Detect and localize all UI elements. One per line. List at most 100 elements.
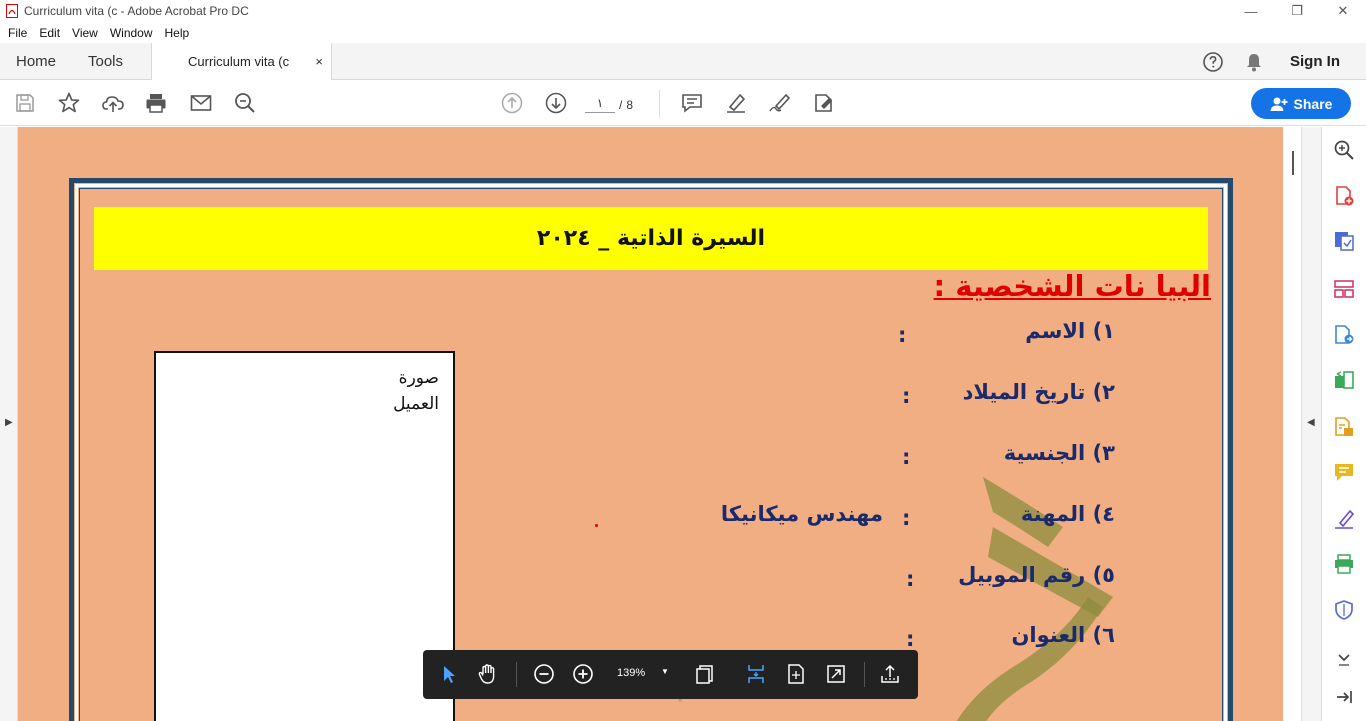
field-profession-value: مهندس ميكانيكا bbox=[720, 502, 883, 526]
collapse-right-icon[interactable]: ◀ bbox=[1307, 417, 1315, 428]
email-icon[interactable] bbox=[189, 91, 213, 115]
menu-edit[interactable]: Edit bbox=[33, 26, 66, 40]
floatbar-divider bbox=[516, 662, 517, 687]
zoom-dropdown-icon[interactable]: ▼ bbox=[661, 667, 669, 676]
share-label: Share bbox=[1293, 95, 1333, 112]
field-birthdate-colon: : bbox=[902, 384, 911, 408]
bookmark-star-icon[interactable] bbox=[57, 91, 81, 115]
expand-left-icon[interactable]: ▶ bbox=[5, 417, 13, 428]
previous-page-icon[interactable] bbox=[500, 91, 524, 115]
search-zoom-icon[interactable] bbox=[233, 91, 257, 115]
vertical-scrollbar[interactable] bbox=[1283, 127, 1301, 721]
full-screen-icon[interactable] bbox=[824, 662, 848, 686]
field-profession-colon: : bbox=[902, 506, 911, 530]
photo-label-line1: صورة bbox=[398, 368, 439, 388]
print-icon[interactable] bbox=[144, 91, 168, 115]
tab-bar: Home Tools Curriculum vita (c × Sign In bbox=[0, 43, 1366, 80]
organize-pages-icon[interactable] bbox=[1332, 277, 1356, 301]
window-controls: — ❐ ✕ bbox=[1228, 0, 1366, 22]
next-page-icon[interactable] bbox=[544, 91, 568, 115]
fill-sign-icon[interactable] bbox=[812, 91, 836, 115]
upload-cloud-icon[interactable] bbox=[101, 91, 125, 115]
search-tool-icon[interactable] bbox=[1332, 138, 1356, 162]
field-name-colon: : bbox=[898, 323, 907, 347]
close-tab-icon[interactable]: × bbox=[315, 54, 323, 69]
field-mobile-label: ٥) رقم الموبيل bbox=[958, 563, 1115, 587]
red-mark bbox=[595, 524, 598, 527]
toolbar-divider bbox=[659, 90, 660, 117]
field-mobile-colon: : bbox=[906, 567, 915, 591]
tab-document[interactable]: Curriculum vita (c × bbox=[151, 43, 332, 80]
field-birthdate-label: ٢) تاريخ الميلاد bbox=[962, 380, 1115, 404]
collapse-pane-icon[interactable] bbox=[1332, 685, 1356, 709]
scroll-mode-icon[interactable] bbox=[744, 662, 768, 686]
compare-files-icon[interactable] bbox=[1332, 368, 1356, 392]
title-bar: Curriculum vita (c - Adobe Acrobat Pro D… bbox=[0, 0, 1366, 22]
select-cursor-icon[interactable] bbox=[437, 662, 461, 686]
photo-label-line2: العميل bbox=[393, 394, 439, 414]
share-export-icon[interactable] bbox=[878, 662, 902, 686]
document-tab-label: Curriculum vita (c bbox=[188, 54, 290, 69]
help-icon[interactable] bbox=[1202, 51, 1224, 73]
menu-file[interactable]: File bbox=[2, 26, 33, 40]
menu-window[interactable]: Window bbox=[104, 26, 159, 40]
field-address-label: ٦) العنوان bbox=[1011, 623, 1115, 647]
current-page-input[interactable]: ١ bbox=[585, 96, 615, 113]
tools-pane bbox=[1321, 127, 1366, 721]
menu-view[interactable]: View bbox=[66, 26, 104, 40]
right-panel-toggle[interactable]: ◀ bbox=[1301, 127, 1321, 721]
tab-bar-right: Sign In bbox=[1202, 43, 1366, 80]
fit-page-icon[interactable] bbox=[784, 662, 808, 686]
add-user-icon bbox=[1270, 97, 1288, 111]
acrobat-app-icon bbox=[6, 4, 18, 18]
comment-icon[interactable] bbox=[680, 91, 704, 115]
page-separator: / bbox=[619, 97, 623, 112]
cv-title: السيرة الذاتية _ ٢٠٢٤ bbox=[536, 226, 766, 251]
left-panel-toggle[interactable]: ▶ bbox=[0, 127, 18, 721]
page-thumbnails-icon[interactable] bbox=[693, 662, 717, 686]
print-production-icon[interactable] bbox=[1332, 552, 1356, 576]
export-pdf-icon[interactable] bbox=[1332, 323, 1356, 347]
field-name-label: ١) الاسم bbox=[1025, 319, 1115, 343]
personal-data-heading: البيا نات الشخصية : bbox=[933, 269, 1211, 303]
zoom-level[interactable]: 139% bbox=[617, 667, 645, 679]
page-navigator: ١ / 8 bbox=[585, 96, 633, 113]
zoom-in-icon[interactable] bbox=[571, 662, 595, 686]
tab-tools[interactable]: Tools bbox=[88, 43, 123, 80]
tab-home[interactable]: Home bbox=[16, 43, 56, 80]
field-nationality-colon: : bbox=[902, 445, 911, 469]
fill-and-sign-icon[interactable] bbox=[1332, 507, 1356, 531]
highlight-pen-icon[interactable] bbox=[724, 91, 748, 115]
cv-title-banner: السيرة الذاتية _ ٢٠٢٤ bbox=[94, 207, 1208, 270]
photo-label: صورة العميل bbox=[393, 365, 439, 417]
minimize-button[interactable]: — bbox=[1228, 0, 1274, 22]
edit-pdf-icon[interactable] bbox=[1332, 229, 1356, 253]
scrollbar-thumb[interactable] bbox=[1292, 151, 1294, 175]
protect-shield-icon[interactable] bbox=[1332, 598, 1356, 622]
save-icon[interactable] bbox=[13, 91, 37, 115]
more-tools-chevron-icon[interactable] bbox=[1332, 645, 1356, 669]
field-address-colon: : bbox=[906, 627, 915, 651]
share-button[interactable]: Share bbox=[1251, 88, 1351, 119]
photo-placeholder: صورة العميل bbox=[154, 351, 455, 721]
scan-ocr-icon[interactable] bbox=[1332, 415, 1356, 439]
comment-tool-icon[interactable] bbox=[1332, 460, 1356, 484]
create-pdf-icon[interactable] bbox=[1332, 184, 1356, 208]
menu-help[interactable]: Help bbox=[159, 26, 196, 40]
floatbar-divider-2 bbox=[864, 662, 865, 687]
window-title: Curriculum vita (c - Adobe Acrobat Pro D… bbox=[24, 4, 249, 18]
field-nationality-label: ٣) الجنسية bbox=[1003, 441, 1115, 465]
close-window-button[interactable]: ✕ bbox=[1320, 0, 1366, 22]
menu-bar: File Edit View Window Help bbox=[0, 22, 1366, 43]
document-canvas[interactable]: mostaql.com السيرة الذاتية _ ٢٠٢٤ البيا … bbox=[18, 127, 1283, 721]
sign-in-button[interactable]: Sign In bbox=[1290, 53, 1340, 70]
restore-button[interactable]: ❐ bbox=[1274, 0, 1320, 22]
notifications-bell-icon[interactable] bbox=[1244, 51, 1264, 73]
draw-signature-icon[interactable] bbox=[768, 91, 792, 115]
total-pages: 8 bbox=[626, 97, 634, 112]
hand-tool-icon[interactable] bbox=[476, 662, 500, 686]
zoom-out-icon[interactable] bbox=[532, 662, 556, 686]
field-profession-label: ٤) المهنة bbox=[1020, 502, 1115, 526]
main-toolbar: ١ / 8 Share bbox=[0, 80, 1366, 126]
floating-page-toolbar: 139% ▼ bbox=[423, 650, 918, 699]
